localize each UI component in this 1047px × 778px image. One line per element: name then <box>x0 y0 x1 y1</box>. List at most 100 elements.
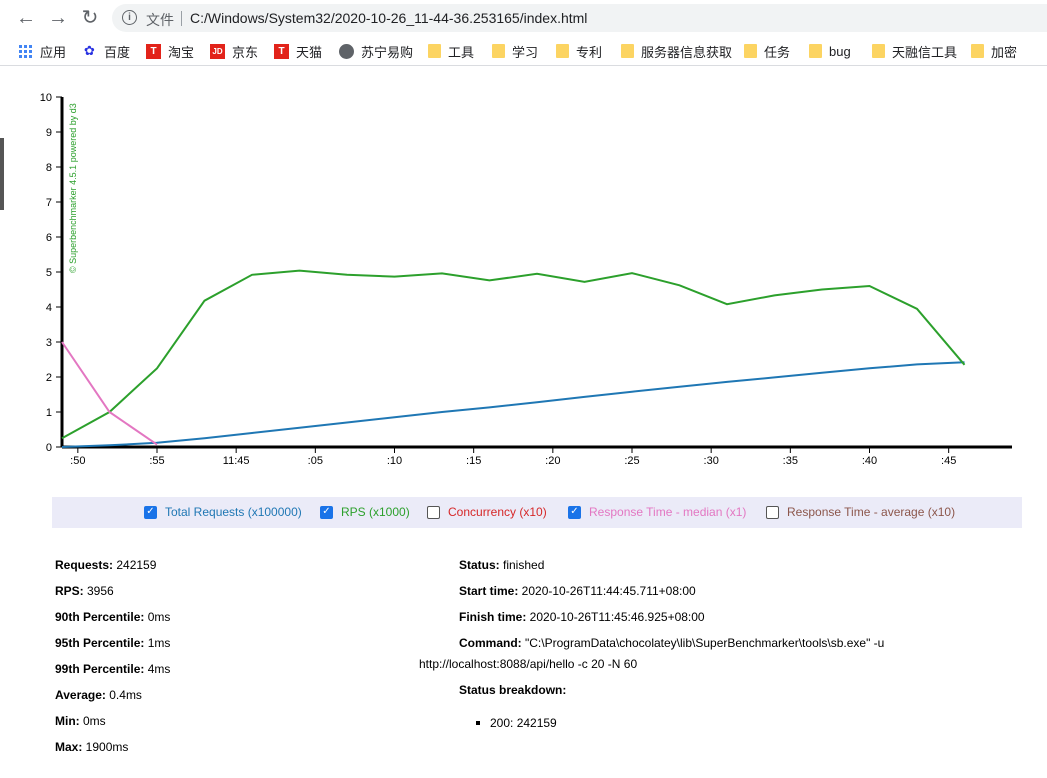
y-tick-label: 6 <box>46 232 52 244</box>
legend-total-requests[interactable]: ✓ Total Requests (x100000) <box>144 505 302 519</box>
stat-key: Start time: <box>459 584 519 598</box>
stat-value: 2020-10-26T11:45:46.925+08:00 <box>526 610 705 624</box>
y-tick-label: 5 <box>46 267 52 279</box>
stat-status: Status: finished <box>459 558 544 572</box>
stat-finish-time: Finish time: 2020-10-26T11:45:46.925+08:… <box>459 610 705 624</box>
stat-key: Status breakdown: <box>459 683 567 697</box>
checkbox-icon[interactable]: ✓ <box>568 505 581 519</box>
folder-icon <box>428 44 441 58</box>
bookmark-label: 专利 <box>576 44 603 60</box>
stat-value: 4ms <box>144 662 171 676</box>
bookmark-label: 服务器信息获取 <box>641 44 733 60</box>
bookmark-folder-crypto[interactable]: 加密 <box>971 42 1017 60</box>
stat-start-time: Start time: 2020-10-26T11:44:45.711+08:0… <box>459 584 696 598</box>
x-tick-label: 11:45 <box>223 455 250 467</box>
stat-key: 90th Percentile: <box>55 610 145 624</box>
checkbox-icon[interactable] <box>427 505 440 519</box>
legend-response-average[interactable]: Response Time - average (x10) <box>766 505 955 519</box>
stat-key: Max: <box>55 740 83 754</box>
stat-key: 95th Percentile: <box>55 636 145 650</box>
bookmark-label: bug <box>829 43 851 59</box>
reload-icon[interactable]: ↻ <box>78 6 102 30</box>
bookmark-folder-study[interactable]: 学习 <box>492 42 538 60</box>
legend-label: Concurrency (x10) <box>448 505 547 519</box>
chart-credit: © Superbenchmarker 4.5.1 powered by d3 <box>68 103 78 273</box>
benchmark-chart: 0 1 2 3 4 5 6 7 8 9 10 :50:55 11:45:05:10:15:20:25:… <box>40 92 1012 467</box>
bookmark-suning[interactable]: 苏宁易购 <box>339 42 413 60</box>
bookmark-jd[interactable]: JD 京东 <box>210 42 258 60</box>
x-tick-label: :20 <box>545 455 560 467</box>
checkbox-icon[interactable]: ✓ <box>320 505 333 519</box>
legend-label: Response Time - median (x1) <box>589 505 747 519</box>
stat-key: 99th Percentile: <box>55 662 145 676</box>
legend-response-median[interactable]: ✓ Response Time - median (x1) <box>568 505 746 519</box>
stat-value: 2020-10-26T11:44:45.711+08:00 <box>518 584 696 598</box>
bookmark-label: 淘宝 <box>168 44 195 60</box>
y-tick-label: 9 <box>46 127 52 139</box>
checkbox-icon[interactable]: ✓ <box>144 505 157 519</box>
bookmark-folder-server-info[interactable]: 服务器信息获取 <box>621 42 732 60</box>
stat-value: 0ms <box>144 610 171 624</box>
bookmark-folder-bug[interactable]: bug <box>809 42 851 60</box>
breakdown-item: 200: 242159 <box>490 716 557 730</box>
series-line <box>61 361 965 448</box>
bookmark-tmall[interactable]: T 天猫 <box>274 42 322 60</box>
stat-value: 1900ms <box>82 740 129 754</box>
stat-value: 3956 <box>83 584 114 598</box>
legend-rps[interactable]: ✓ RPS (x1000) <box>320 505 410 519</box>
info-icon[interactable]: i <box>122 10 137 25</box>
checkbox-icon[interactable] <box>766 505 779 519</box>
series-line <box>61 341 158 446</box>
stat-average: Average: 0.4ms <box>55 688 142 702</box>
address-bar[interactable]: i 文件 C:/Windows/System32/2020-10-26_11-4… <box>112 4 1047 32</box>
x-tick-label: :50 <box>70 455 85 467</box>
stat-max: Max: 1900ms <box>55 740 128 754</box>
x-tick-label: :35 <box>783 455 798 467</box>
stat-key: RPS: <box>55 584 84 598</box>
bookmark-apps[interactable]: 应用 <box>18 42 66 60</box>
legend-concurrency[interactable]: Concurrency (x10) <box>427 505 547 519</box>
forward-arrow-icon[interactable]: → <box>46 6 70 30</box>
bookmark-folder-topsec-tools[interactable]: 天融信工具 <box>872 42 957 60</box>
apps-grid-icon <box>18 44 33 59</box>
y-tick-label: 0 <box>46 442 52 454</box>
bookmark-label: 百度 <box>104 44 131 60</box>
x-tick-label: :10 <box>387 455 402 467</box>
stat-value: 0.4ms <box>105 688 142 702</box>
stat-value: "C:\ProgramData\chocolatey\lib\SuperBenc… <box>521 636 885 650</box>
bookmark-label: 加密 <box>991 44 1018 60</box>
stat-p90: 90th Percentile: 0ms <box>55 610 170 624</box>
url-text[interactable]: C:/Windows/System32/2020-10-26_11-44-36.… <box>190 10 587 26</box>
bookmark-folder-tasks[interactable]: 任务 <box>744 42 790 60</box>
x-tick-label: :45 <box>941 455 956 467</box>
series-line <box>61 269 966 440</box>
back-arrow-icon[interactable]: ← <box>14 6 38 30</box>
y-tick-label: 7 <box>46 197 52 209</box>
stat-status-breakdown: Status breakdown: <box>459 683 566 697</box>
bookmark-label: 天融信工具 <box>892 44 958 60</box>
bookmark-label: 应用 <box>40 44 67 60</box>
baidu-paw-icon: ✿ <box>84 43 95 58</box>
x-tick-label: :40 <box>862 455 877 467</box>
jd-icon: JD <box>210 43 225 59</box>
bookmark-label: 京东 <box>232 44 259 60</box>
bookmark-folder-patent[interactable]: 专利 <box>556 42 602 60</box>
stat-value: finished <box>499 558 545 572</box>
bookmark-taobao[interactable]: T 淘宝 <box>146 42 194 60</box>
bookmark-label: 学习 <box>512 44 539 60</box>
bookmark-baidu[interactable]: ✿ 百度 <box>82 42 130 60</box>
legend-label: RPS (x1000) <box>341 505 410 519</box>
y-tick-label: 2 <box>46 372 52 384</box>
tmall-t-icon: T <box>274 43 289 59</box>
x-tick-label: :30 <box>704 455 719 467</box>
list-bullet <box>476 721 480 725</box>
bookmark-folder-tools[interactable]: 工具 <box>428 42 474 60</box>
folder-icon <box>872 44 885 58</box>
series-layer <box>61 269 966 448</box>
y-tick-label: 4 <box>46 302 52 314</box>
y-tick-label: 8 <box>46 162 52 174</box>
stat-key: Command: <box>459 636 522 650</box>
stat-key: Finish time: <box>459 610 527 624</box>
stat-command: Command: "C:\ProgramData\chocolatey\lib\… <box>459 636 884 650</box>
bookmarks-bar: 应用 ✿ 百度 T 淘宝 JD 京东 T 天猫 苏宁易购 工具 学习 专利 服务… <box>0 36 1047 66</box>
